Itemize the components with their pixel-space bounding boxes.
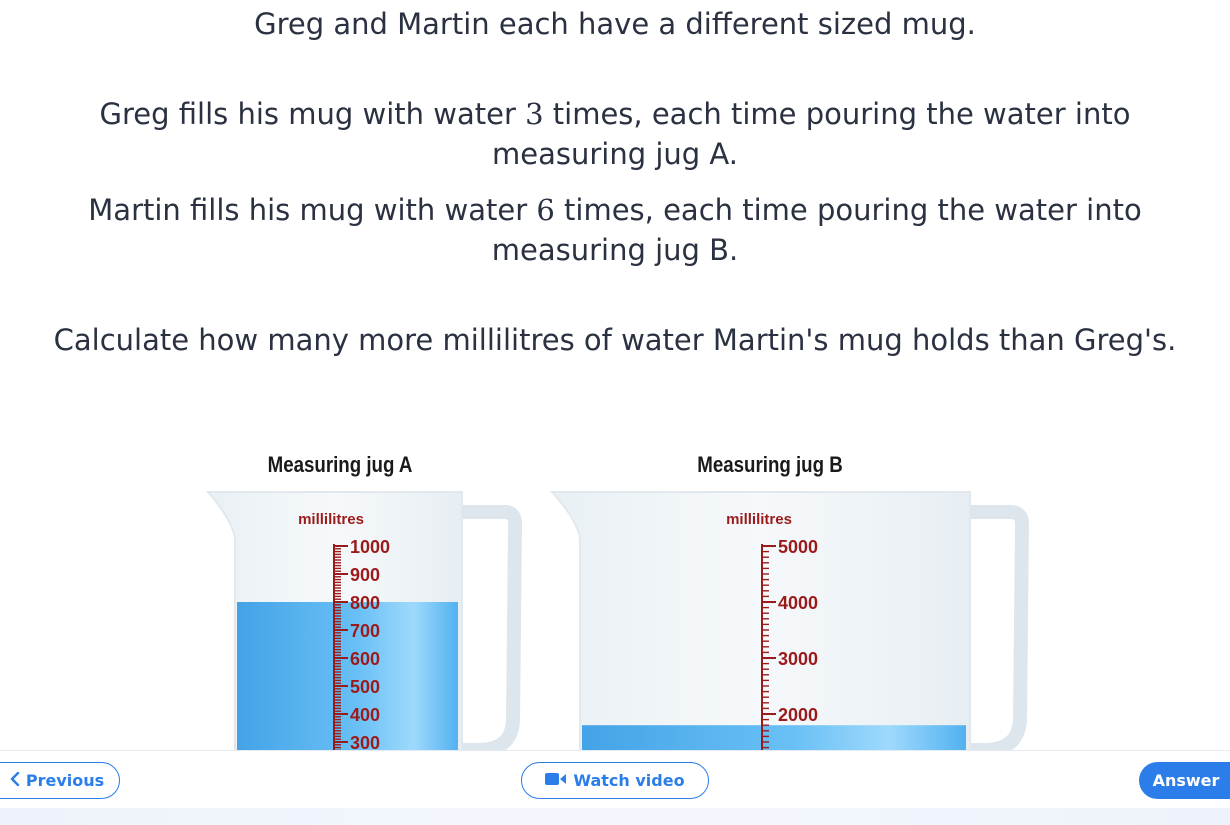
footer-shadow xyxy=(0,808,1230,825)
jug-b-water xyxy=(582,725,966,750)
jug-a-title: Measuring jug A xyxy=(267,452,413,477)
chevron-left-icon xyxy=(10,771,20,790)
question-line-2: Greg fills his mug with water 3 times, e… xyxy=(20,94,1210,174)
jug_a-scale-label: 700 xyxy=(350,621,380,641)
jug-a-handle xyxy=(455,505,523,750)
question-line-3: Martin fills his mug with water 6 times,… xyxy=(20,190,1210,270)
jug_b-scale-label: 4000 xyxy=(778,593,818,613)
measuring-jugs-illustration: 1000 900 800 700 600 500 400 300 millilitres 50… xyxy=(205,491,1030,750)
jug_a-scale-label: 900 xyxy=(350,565,380,585)
question-line-1: Greg and Martin each have a different si… xyxy=(20,4,1210,44)
watch-video-button[interactable]: Watch video xyxy=(521,762,709,799)
math-number: 3 xyxy=(525,97,544,131)
jug-a: 1000 900 800 700 600 500 400 300 millilitres xyxy=(205,491,523,750)
jug-b-unit-label: millilitres xyxy=(726,511,792,528)
jug_a-scale-label: 600 xyxy=(350,649,380,669)
jug_a-scale-label: 300 xyxy=(350,733,380,750)
jug_a-scale-label: 1000 xyxy=(350,537,390,557)
jug-b-handle xyxy=(965,505,1030,750)
math-number: 6 xyxy=(536,193,555,227)
question-sentence: Greg fills his mug with water xyxy=(99,97,526,131)
question-sentence: Martin fills his mug with water xyxy=(88,193,537,227)
answer-button[interactable]: Answer xyxy=(1139,762,1230,799)
jug_a-scale-label: 800 xyxy=(350,593,380,613)
question-sentence: Calculate how many more millilitres of w… xyxy=(53,323,1177,357)
jug_b-scale-label: 5000 xyxy=(778,537,818,557)
jug_a-scale-label: 500 xyxy=(350,677,380,697)
question-line-4: Calculate how many more millilitres of w… xyxy=(20,320,1210,360)
previous-button[interactable]: Previous xyxy=(0,762,120,799)
footer-bar: Previous Watch video Answer xyxy=(0,750,1230,808)
question-sentence: times, each time pouring the water into … xyxy=(492,97,1131,171)
watch-video-label: Watch video xyxy=(573,771,685,790)
jug-a-water xyxy=(237,602,458,750)
video-camera-icon xyxy=(545,771,567,790)
jug-b: 5000 4000 3000 2000 millilitres xyxy=(549,491,1030,750)
jug_b-scale-label: 2000 xyxy=(778,705,818,725)
jug-a-unit-label: millilitres xyxy=(298,511,364,528)
question-sentence: times, each time pouring the water into … xyxy=(491,193,1142,267)
jug-b-title: Measuring jug B xyxy=(697,452,843,477)
previous-button-label: Previous xyxy=(25,771,105,790)
answer-button-label: Answer xyxy=(1152,771,1220,790)
jug_b-scale-label: 3000 xyxy=(778,649,818,669)
jug_a-scale-label: 400 xyxy=(350,705,380,725)
question-sentence: Greg and Martin each have a different si… xyxy=(254,7,976,41)
